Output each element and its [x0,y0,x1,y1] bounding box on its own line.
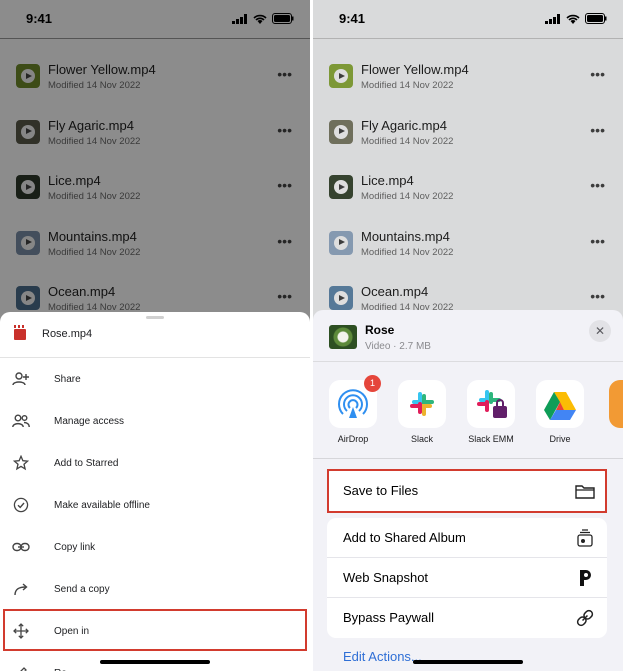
menu-item-make-available-offline[interactable]: Make available offline [0,485,310,527]
section-divider [313,458,623,459]
share-file-meta: Video · 2.7 MB [365,341,431,352]
edit-actions-link[interactable]: Edit Actions... [343,649,422,664]
highlight-box [327,469,607,513]
slack-icon [398,380,446,428]
share-file-title: Rose [365,323,395,337]
google-drive-screen: 9:41 Flower Yellow.mp4 Modified 14 Nov 2… [0,0,310,671]
video-thumbnail [329,325,357,349]
share-app-airdrop[interactable]: 1 AirDrop [325,375,381,444]
add-to-shared-album-button[interactable]: Add to Shared Album [327,518,607,558]
app-label: Slack [410,434,433,444]
menu-item-label: Manage access [54,416,125,427]
share-app-slack-emm[interactable]: Slack EMM [463,380,519,444]
menu-item-label: Make available offline [54,500,150,511]
link-icon [12,538,30,556]
menu-item-label: Share [54,374,81,385]
pencil-icon [12,664,30,671]
home-indicator[interactable] [413,660,523,664]
menu-item-send-a-copy[interactable]: Send a copy [0,569,310,611]
offline-check-icon [12,496,30,514]
google-drive-icon [536,380,584,428]
app-label: Drive [549,434,571,444]
shared-album-icon [575,528,595,548]
notification-badge: 1 [364,375,381,392]
p-logo-icon [575,568,595,588]
sheet-file-name: Rose.mp4 [42,328,93,340]
web-snapshot-button[interactable]: Web Snapshot [327,558,607,598]
app-label: AirDrop [337,434,369,444]
link-icon [575,608,595,628]
action-label: Web Snapshot [343,570,429,585]
actions-card: Add to Shared Album Web Snapshot Bypass … [327,518,607,638]
share-app-row: 1 AirDrop Slack Slack EMM Drive [313,375,623,460]
menu-item-add-to-starred[interactable]: Add to Starred [0,443,310,485]
menu-item-label: Add to Starred [54,458,119,469]
share-sheet: Rose Video · 2.7 MB ✕ 1 AirDrop Slack Sl… [313,310,623,671]
highlight-box [3,609,307,651]
close-button[interactable]: ✕ [589,320,611,342]
share-app-slack[interactable]: Slack [394,380,450,444]
slack-emm-icon [467,380,515,428]
app-label: Slack EMM [468,434,514,444]
ios-share-screen: 9:41 Flower Yellow.mp4 Modified 14 Nov 2… [313,0,623,671]
sheet-header: Rose.mp4 [0,312,310,358]
home-indicator[interactable] [100,660,210,664]
bypass-paywall-button[interactable]: Bypass Paywall [327,598,607,638]
star-icon [12,454,30,472]
menu-item-share[interactable]: Share [0,359,310,401]
share-header: Rose Video · 2.7 MB ✕ [313,310,623,362]
forward-arrow-icon [12,580,30,598]
share-app-partial-icon[interactable] [609,380,623,428]
airdrop-icon: 1 [329,375,381,428]
video-file-icon [14,325,26,340]
action-label: Add to Shared Album [343,530,466,545]
menu-item-copy-link[interactable]: Copy link [0,527,310,569]
add-person-icon [12,370,30,388]
people-icon [12,412,30,430]
menu-item-label: Send a copy [54,584,110,595]
menu-item-label: Copy link [54,542,96,553]
action-label: Bypass Paywall [343,610,435,625]
share-app-drive[interactable]: Drive [532,380,588,444]
menu-item-manage-access[interactable]: Manage access [0,401,310,443]
